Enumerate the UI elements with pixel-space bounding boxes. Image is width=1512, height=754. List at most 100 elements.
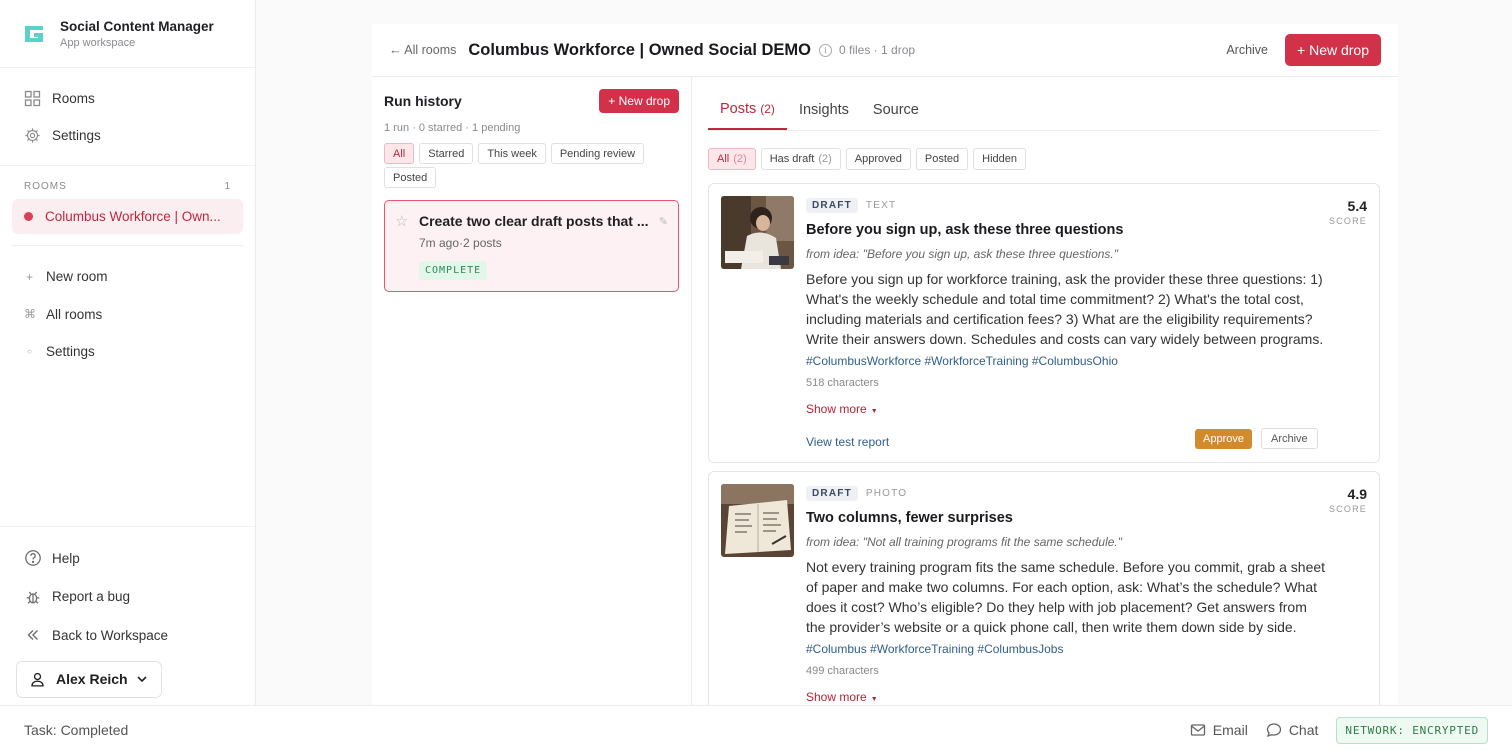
archive-room-button[interactable]: Archive xyxy=(1226,43,1268,57)
tab-label: Insights xyxy=(798,102,849,118)
sec-item-label: New room xyxy=(46,269,108,285)
post-body: DRAFT TEXT Before you sign up, ask these… xyxy=(806,198,1326,449)
back-to-workspace-link[interactable]: Back to Workspace xyxy=(12,616,243,655)
sec-item-label: Settings xyxy=(46,344,95,360)
new-drop-button[interactable]: + New drop xyxy=(1285,34,1381,66)
post-filter-hidden[interactable]: Hidden xyxy=(973,148,1026,170)
help-icon xyxy=(24,549,42,567)
score-value: 5.4 xyxy=(1347,198,1367,214)
settings-link[interactable]: ○ Settings xyxy=(12,333,243,371)
chip-label: Approved xyxy=(854,153,902,165)
sidebar-bottom: Help Report a bug Back to Workspace Alex… xyxy=(0,526,255,698)
report-bug-link[interactable]: Report a bug xyxy=(12,578,243,617)
back-to-rooms-link[interactable]: ← All rooms xyxy=(389,43,456,57)
room-meta: 0 files · 1 drop xyxy=(839,43,916,57)
caret-down-icon: ▼ xyxy=(870,696,878,703)
post-text: Not every training program fits the same… xyxy=(806,559,1326,635)
run-title: Create two clear draft posts that ... xyxy=(419,213,649,229)
nav-item-settings[interactable]: Settings xyxy=(12,117,243,154)
post-filter-has-draft[interactable]: Has draft (2) xyxy=(760,148,841,170)
email-link[interactable]: Email xyxy=(1190,722,1248,738)
status-bar: Task: Completed Email Chat NETWORK: ENCR… xyxy=(0,705,1512,754)
post-card: DRAFT TEXT Before you sign up, ask these… xyxy=(708,183,1380,463)
tab-source[interactable]: Source xyxy=(861,102,931,130)
post-score: 5.4 SCORE xyxy=(1329,198,1367,226)
page-title: Columbus Workforce | Owned Social DEMO xyxy=(468,40,811,59)
tab-label: Posts xyxy=(720,101,757,117)
primary-nav: Rooms Settings xyxy=(0,68,255,166)
chat-link[interactable]: Chat xyxy=(1266,722,1319,738)
post-text: Before you sign up for workforce trainin… xyxy=(806,271,1324,347)
post-idea: from idea: "Not all training programs fi… xyxy=(806,535,1122,549)
user-menu-button[interactable]: Alex Reich xyxy=(16,660,162,698)
post-kind: PHOTO xyxy=(865,488,908,499)
task-status: Task: Completed xyxy=(24,722,129,738)
post-char-count: 518 characters xyxy=(806,377,879,389)
secondary-nav: + New room ⌘ All rooms ○ Settings xyxy=(0,246,255,371)
run-filter-all[interactable]: All xyxy=(384,143,415,164)
chevron-down-icon xyxy=(135,672,149,686)
run-subtitle: 7m ago·2 posts xyxy=(419,236,502,250)
bottom-item-label: Report a bug xyxy=(52,589,131,605)
star-icon[interactable]: ☆ xyxy=(395,212,408,230)
post-hashtags: #Columbus #WorkforceTraining #ColumbusJo… xyxy=(806,642,1064,656)
info-icon[interactable]: i xyxy=(819,43,832,57)
gear-icon xyxy=(24,127,41,144)
sec-item-label: All rooms xyxy=(46,306,103,322)
post-idea: from idea: "Before you sign up, ask thes… xyxy=(806,247,1119,261)
run-filter-starred[interactable]: Starred xyxy=(419,143,474,164)
tab-posts[interactable]: Posts (2) xyxy=(708,101,787,130)
sidebar: Social Content Manager App workspace Roo… xyxy=(0,0,256,705)
tab-insights[interactable]: Insights xyxy=(787,102,861,130)
post-tags: DRAFT PHOTO xyxy=(806,486,1326,501)
post-filter-approved[interactable]: Approved xyxy=(845,148,911,170)
score-label: SCORE xyxy=(1328,504,1367,514)
run-history-title: Run history xyxy=(384,93,462,109)
rooms-header-label: ROOMS xyxy=(24,181,67,192)
post-body: DRAFT PHOTO Two columns, fewer surprises… xyxy=(806,486,1326,704)
post-card: DRAFT PHOTO Two columns, fewer surprises… xyxy=(708,471,1380,705)
post-title: Before you sign up, ask these three ques… xyxy=(806,222,1124,238)
chat-label: Chat xyxy=(1288,722,1319,738)
tab-label: Source xyxy=(872,102,919,118)
app-subtitle: App workspace xyxy=(60,36,136,49)
nav-item-rooms[interactable]: Rooms xyxy=(12,80,243,117)
run-card[interactable]: ☆ ✎ Create two clear draft posts that ..… xyxy=(384,200,679,292)
new-room-link[interactable]: + New room xyxy=(12,258,243,296)
run-history-meta: 1 run · 0 starred · 1 pending xyxy=(384,122,521,134)
help-link[interactable]: Help xyxy=(12,539,243,578)
approve-button[interactable]: Approve xyxy=(1195,429,1252,449)
grid-icon xyxy=(24,90,41,107)
nav-item-label: Rooms xyxy=(52,91,95,106)
run-filter-posted[interactable]: Posted xyxy=(384,167,437,188)
post-tags: DRAFT TEXT xyxy=(806,198,1326,213)
show-more-link[interactable]: Show more ▼ xyxy=(806,402,1326,416)
run-filter-pending-review[interactable]: Pending review xyxy=(550,143,645,164)
show-more-link[interactable]: Show more ▼ xyxy=(806,690,1326,704)
post-score: 4.9 SCORE xyxy=(1329,486,1367,514)
post-filter-all[interactable]: All (2) xyxy=(708,148,756,170)
footer-actions: Email Chat NETWORK: ENCRYPTED xyxy=(1190,716,1488,744)
score-value: 4.9 xyxy=(1347,486,1367,502)
room-item-active[interactable]: Columbus Workforce | Own... xyxy=(12,199,243,234)
all-rooms-link[interactable]: ⌘ All rooms xyxy=(12,296,243,334)
post-kind: TEXT xyxy=(865,200,897,211)
posts-panel: Posts (2) Insights Source All (2) Has draf… xyxy=(708,77,1380,705)
archive-post-button[interactable]: Archive xyxy=(1261,428,1318,449)
caret-down-icon: ▼ xyxy=(870,408,878,415)
edit-icon[interactable]: ✎ xyxy=(659,215,668,228)
chip-label: Has draft xyxy=(769,153,815,165)
post-hashtags: #ColumbusWorkforce #WorkforceTraining #C… xyxy=(806,354,1118,368)
post-thumbnail xyxy=(721,484,794,557)
run-new-drop-button[interactable]: + New drop xyxy=(599,89,679,113)
tab-bar: Posts (2) Insights Source xyxy=(708,77,1380,131)
post-thumbnail xyxy=(721,196,794,269)
post-title: Two columns, fewer surprises xyxy=(806,510,1013,526)
chip-label: Hidden xyxy=(982,153,1017,165)
command-icon: ⌘ xyxy=(24,307,36,322)
email-label: Email xyxy=(1212,722,1248,738)
post-filter-posted[interactable]: Posted xyxy=(915,148,969,170)
user-name: Alex Reich xyxy=(56,671,128,687)
run-filter-this-week[interactable]: This week xyxy=(478,143,546,164)
bottom-item-label: Help xyxy=(52,550,80,566)
